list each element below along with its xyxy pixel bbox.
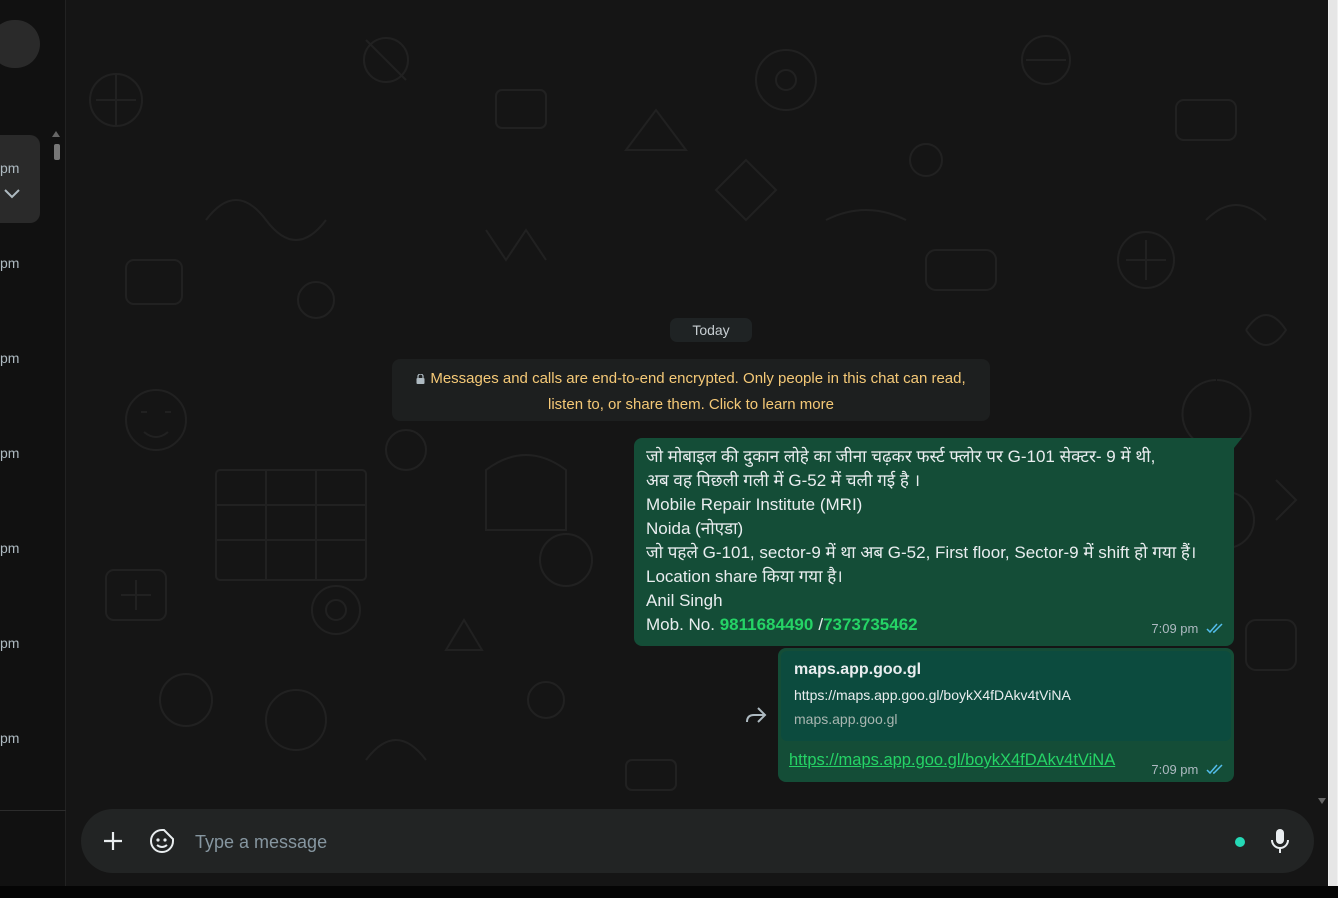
divider	[0, 810, 66, 811]
message-input[interactable]	[195, 827, 1225, 857]
link-preview-domain: maps.app.goo.gl	[794, 711, 898, 727]
message-line: Location share किया गया है।	[646, 567, 843, 586]
message-time: 7:09 pm	[1151, 762, 1199, 777]
link-preview-url: https://maps.app.goo.gl/boykX4fDAkv4tViN…	[794, 687, 1071, 703]
message-line: अब वह पिछली गली में G-52 में चली गई है ।	[646, 471, 921, 490]
plus-icon[interactable]	[101, 829, 125, 853]
message-line: Noida (नोएडा)	[646, 519, 744, 538]
chat-time: pm	[0, 255, 20, 271]
chat-time: pm	[0, 350, 20, 366]
chevron-down-icon[interactable]	[2, 186, 22, 202]
sidebar-scrollbar[interactable]	[54, 144, 60, 160]
chat-list-sidebar: pm pm pm pm pm pm pm	[0, 0, 66, 886]
window-scrollbar[interactable]	[1328, 0, 1338, 886]
chat-time: pm	[0, 160, 20, 176]
message-line: Anil Singh	[646, 591, 723, 610]
link-preview-title: maps.app.goo.gl	[794, 661, 922, 678]
message-line: जो पहले G-101, sector-9 में था अब G-52, …	[646, 543, 1197, 562]
sticker-icon[interactable]	[148, 827, 176, 855]
link-preview-card[interactable]: maps.app.goo.gl https://maps.app.goo.gl/…	[781, 651, 1231, 741]
chat-time: pm	[0, 730, 20, 746]
bubble-tail	[1234, 438, 1242, 448]
conversation-pane: Today Messages and calls are end-to-end …	[66, 0, 1328, 886]
outgoing-link-message[interactable]: maps.app.goo.gl https://maps.app.goo.gl/…	[778, 648, 1234, 782]
outgoing-message[interactable]: जो मोबाइल की दुकान लोहे का जीना चढ़कर फर…	[634, 438, 1242, 646]
double-check-icon	[1206, 623, 1223, 634]
whatsapp-window: pm pm pm pm pm pm pm Today Messages and …	[0, 0, 1338, 898]
lock-icon	[416, 374, 425, 384]
encryption-notice-line2: listen to, or share them. Click to learn…	[548, 396, 834, 413]
double-check-icon	[1206, 764, 1223, 775]
mic-icon[interactable]	[1268, 827, 1292, 855]
encryption-notice-line1: Messages and calls are end-to-end encryp…	[430, 370, 966, 387]
chat-time: pm	[0, 445, 20, 461]
date-separator: Today	[670, 318, 752, 342]
encryption-notice[interactable]: Messages and calls are end-to-end encryp…	[392, 359, 990, 421]
chat-list-item-active[interactable]	[0, 135, 40, 223]
chat-time: pm	[0, 540, 20, 556]
message-meta: 7:09 pm	[1151, 617, 1224, 641]
scroll-up-arrow[interactable]	[52, 131, 60, 137]
search-bar[interactable]	[0, 20, 40, 68]
scroll-down-arrow[interactable]	[1318, 798, 1326, 804]
chat-time: pm	[0, 635, 20, 651]
mob-prefix: Mob. No.	[646, 615, 715, 634]
message-line-phone: Mob. No. 9811684490/7373735462	[646, 613, 1224, 637]
forward-icon[interactable]	[744, 705, 768, 725]
phone-link[interactable]: 9811684490	[720, 615, 814, 634]
compose-bar	[81, 809, 1314, 873]
window-scrollbar-thumb[interactable]	[1329, 0, 1337, 886]
message-time: 7:09 pm	[1151, 621, 1199, 636]
taskbar-edge	[0, 886, 1338, 898]
message-line: जो मोबाइल की दुकान लोहे का जीना चढ़कर फर…	[646, 447, 1156, 466]
message-line: Mobile Repair Institute (MRI)	[646, 495, 863, 514]
maps-link[interactable]: https://maps.app.goo.gl/boykX4fDAkv4tViN…	[789, 751, 1115, 770]
message-meta: 7:09 pm	[1151, 762, 1224, 777]
status-dot	[1235, 837, 1245, 847]
phone-link[interactable]: 7373735462	[823, 615, 918, 634]
